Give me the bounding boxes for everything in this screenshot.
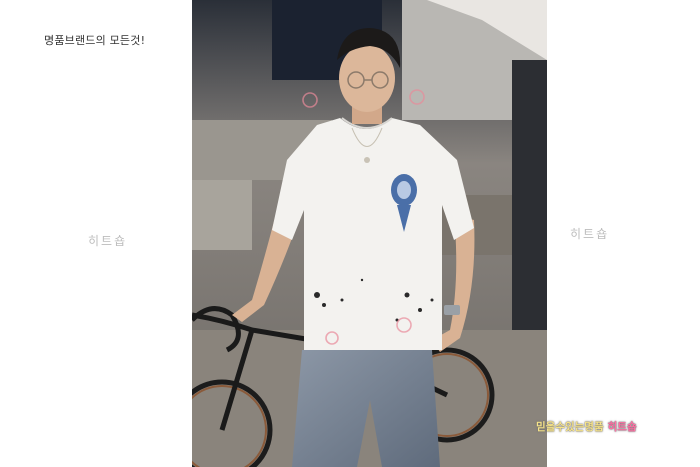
glass-door bbox=[512, 60, 547, 330]
watermark-right: 히트숍 bbox=[570, 227, 610, 241]
planter bbox=[192, 180, 252, 250]
photo-illustration bbox=[192, 0, 547, 467]
caption-slogan: 믿을수있는명품 bbox=[536, 421, 604, 433]
product-photo[interactable] bbox=[192, 0, 547, 467]
brand-caption: 믿을수있는명품 히트숍 bbox=[536, 419, 637, 434]
watch bbox=[444, 305, 460, 315]
product-page: 명품브랜드의 모든것! 히트숍 히트숍 믿을수있는명품 히트숍 bbox=[0, 0, 700, 467]
watermark-left: 히트숍 bbox=[88, 234, 128, 248]
slogan-text: 명품브랜드의 모든것! bbox=[44, 34, 146, 47]
head bbox=[339, 44, 395, 112]
necklace-pendant bbox=[364, 157, 370, 163]
caption-brand: 히트숍 bbox=[607, 421, 637, 433]
